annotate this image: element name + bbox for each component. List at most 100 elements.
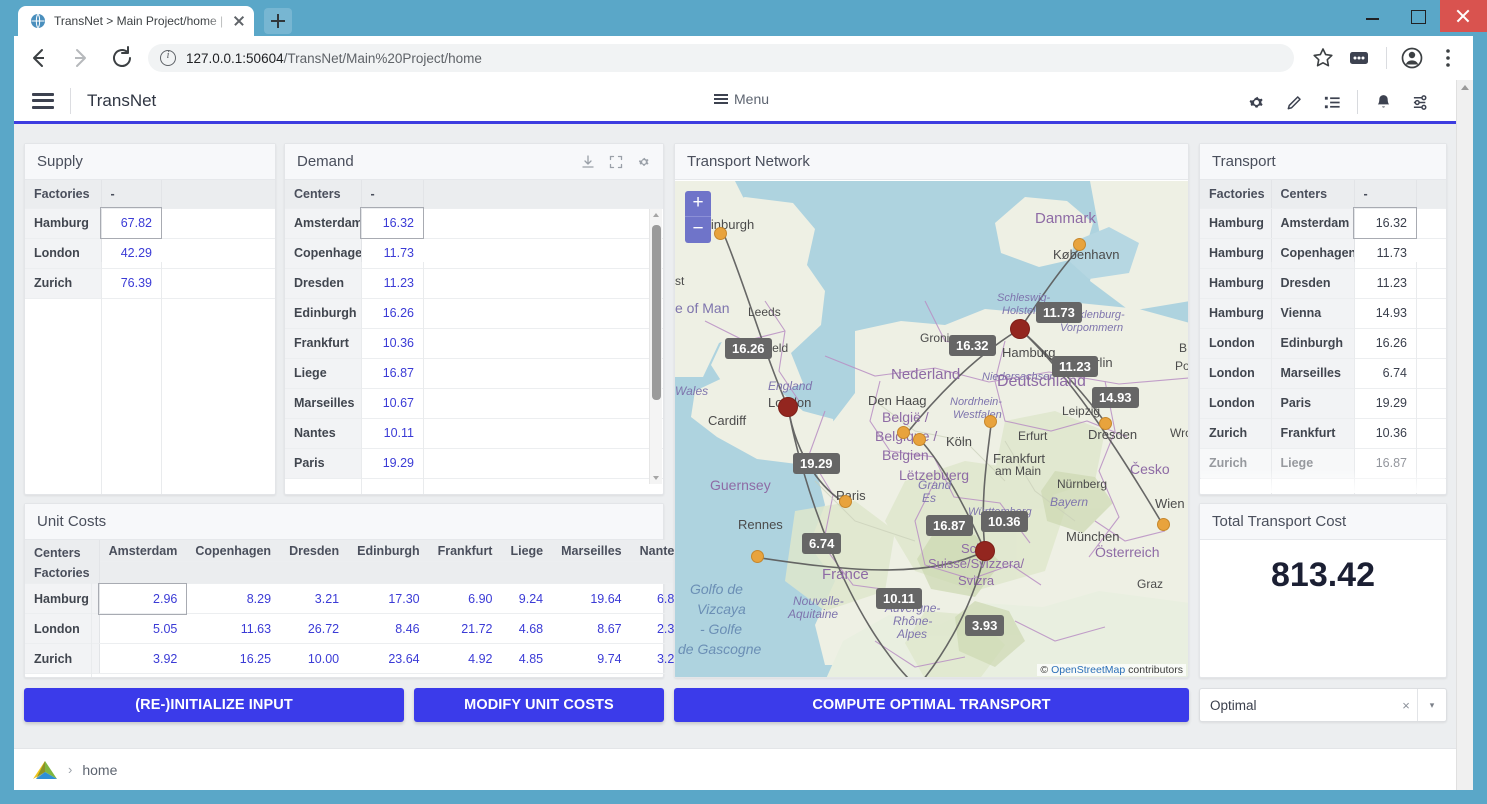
bell-icon[interactable] (1364, 83, 1402, 121)
unit-costs-cell[interactable]: 9.24 (501, 583, 553, 614)
unit-costs-cell[interactable]: 5.05 (99, 613, 187, 644)
gear-icon[interactable] (637, 155, 651, 169)
address-bar[interactable]: 127.0.0.1:50604/TransNet/Main%20Project/… (148, 44, 1294, 72)
transport-value[interactable]: 16.26 (1354, 328, 1416, 359)
table-row[interactable]: Hamburg Copenhagen 11.73 (1200, 238, 1446, 269)
gear-icon[interactable] (1237, 83, 1275, 121)
table-row[interactable]: London Paris 19.29 (1200, 388, 1446, 419)
map-center-node[interactable] (750, 549, 764, 563)
table-row[interactable]: Zurich 76.39 (25, 268, 275, 299)
unit-costs-cell[interactable]: 4.68 (501, 613, 553, 644)
map-center-node[interactable] (983, 414, 997, 428)
unit-costs-col[interactable]: Edinburgh (348, 540, 429, 563)
map-factory-node[interactable] (975, 541, 995, 561)
unit-costs-cell[interactable]: 10.00 (280, 643, 349, 674)
transport-value[interactable]: 6.74 (1354, 358, 1416, 389)
page-scrollbar[interactable] (1456, 80, 1473, 790)
table-row[interactable]: Frankfurt 10.36 (285, 328, 663, 359)
unit-costs-cell[interactable]: 26.72 (280, 613, 349, 644)
map-flow-label[interactable]: 16.26 (725, 338, 772, 359)
transport-value[interactable]: 19.29 (1354, 388, 1416, 419)
transport-value[interactable]: 14.93 (1354, 298, 1416, 329)
map-flow-label[interactable]: 16.32 (949, 335, 996, 356)
demand-row-value[interactable]: 11.73 (361, 238, 423, 269)
table-row[interactable]: Copenhagen11.73 (285, 238, 663, 269)
table-row[interactable]: Zurich Frankfurt 10.36 (1200, 418, 1446, 449)
star-icon[interactable] (1306, 41, 1340, 75)
scroll-up-icon[interactable] (1461, 85, 1469, 90)
list-icon[interactable] (1313, 83, 1351, 121)
back-arrow-icon[interactable] (20, 40, 56, 76)
demand-scrollbar[interactable] (649, 209, 662, 484)
menu-button[interactable]: Menu (714, 91, 769, 107)
compute-optimal-transport-button[interactable]: COMPUTE OPTIMAL TRANSPORT (674, 688, 1189, 722)
map-factory-node[interactable] (1010, 319, 1030, 339)
demand-row-value[interactable]: 16.87 (361, 358, 423, 389)
chevron-down-icon[interactable]: ▾ (1418, 700, 1446, 711)
unit-costs-col[interactable]: Marseilles (552, 540, 631, 563)
table-row[interactable]: Liege 16.87 (285, 358, 663, 389)
table-row[interactable]: Hamburg Dresden 11.23 (1200, 268, 1446, 299)
scroll-down-icon[interactable] (653, 476, 659, 480)
unit-costs-cell[interactable]: 23.64 (348, 643, 429, 674)
supply-row-value[interactable]: 76.39 (101, 268, 161, 299)
map-flow-label[interactable]: 11.23 (1052, 356, 1098, 377)
three-dot-menu-icon[interactable] (1431, 41, 1465, 75)
table-row[interactable]: Paris 19.29 (285, 448, 663, 479)
table-row[interactable]: London Marseilles 6.74 (1200, 358, 1446, 389)
download-icon[interactable] (581, 154, 595, 169)
demand-row-value[interactable]: 16.26 (361, 298, 423, 329)
unit-costs-col[interactable]: Amsterdam (99, 540, 187, 563)
table-row[interactable]: Hamburg Amsterdam 16.32 (1200, 207, 1446, 239)
demand-row-value[interactable]: 11.23 (361, 268, 423, 299)
table-row[interactable]: London Edinburgh 16.26 (1200, 328, 1446, 359)
unit-costs-col[interactable]: Dresden (280, 540, 349, 563)
unit-costs-cell[interactable]: 8.67 (552, 613, 631, 644)
site-info-icon[interactable] (160, 49, 176, 66)
unit-costs-col[interactable]: Copenhagen (186, 540, 281, 563)
supply-row-value[interactable]: 67.82 (100, 207, 162, 239)
transport-col-factories[interactable]: Factories (1200, 180, 1272, 209)
table-row[interactable]: Dresden 11.23 (285, 268, 663, 299)
new-tab-icon[interactable] (264, 8, 292, 34)
zoom-in-button[interactable]: + (685, 191, 711, 217)
unit-costs-cell[interactable]: 6.90 (428, 583, 502, 614)
map-center-node[interactable] (912, 432, 926, 446)
modify-unit-costs-button[interactable]: MODIFY UNIT COSTS (414, 688, 664, 722)
table-row[interactable]: Hamburg 67.82 (25, 207, 275, 239)
map-zoom-control[interactable]: + − (685, 191, 711, 243)
demand-row-value[interactable]: 10.67 (361, 388, 423, 419)
reinitialize-input-button[interactable]: (RE-)INITIALIZE INPUT (24, 688, 404, 722)
profile-avatar-icon[interactable] (1395, 41, 1429, 75)
forward-arrow-icon[interactable] (62, 40, 98, 76)
extension-icon[interactable] (1342, 41, 1376, 75)
table-row[interactable]: Hamburg Vienna 14.93 (1200, 298, 1446, 329)
supply-row-value[interactable]: 42.29 (101, 238, 161, 269)
table-row[interactable]: Amsterdam 16.32 (285, 207, 663, 239)
map-center-node[interactable] (1156, 517, 1170, 531)
unit-costs-cell[interactable]: 3.21 (280, 583, 349, 614)
reload-icon[interactable] (104, 40, 140, 76)
close-tab-icon[interactable] (230, 12, 248, 30)
unit-costs-cell[interactable]: 9.74 (552, 643, 631, 674)
scroll-up-icon[interactable] (653, 213, 659, 217)
hamburger-menu-icon[interactable] (32, 92, 54, 109)
unit-costs-cell[interactable]: 16.25 (186, 643, 281, 674)
unit-costs-cell[interactable]: 19.64 (552, 583, 631, 614)
unit-costs-cell[interactable]: 3.92 (99, 643, 187, 674)
table-row[interactable]: Edinburgh 16.26 (285, 298, 663, 329)
maximize-icon[interactable] (1395, 0, 1440, 32)
demand-col-value[interactable]: - (361, 180, 424, 209)
demand-row-value[interactable]: 19.29 (361, 448, 423, 479)
table-row[interactable]: London 42.29 (25, 238, 275, 269)
unit-costs-col[interactable]: Frankfurt (428, 540, 502, 563)
table-row[interactable]: Marseilles 10.67 (285, 388, 663, 419)
map-center-node[interactable] (1072, 237, 1086, 251)
browser-tab[interactable]: TransNet > Main Project/home | (18, 6, 254, 36)
zoom-out-button[interactable]: − (685, 217, 711, 243)
minimize-icon[interactable] (1350, 0, 1395, 32)
map-flow-label[interactable]: 10.36 (981, 511, 1028, 532)
mode-select[interactable]: Optimal × ▾ (1199, 688, 1447, 722)
map-center-node[interactable] (713, 226, 727, 240)
map-center-node[interactable] (838, 494, 852, 508)
